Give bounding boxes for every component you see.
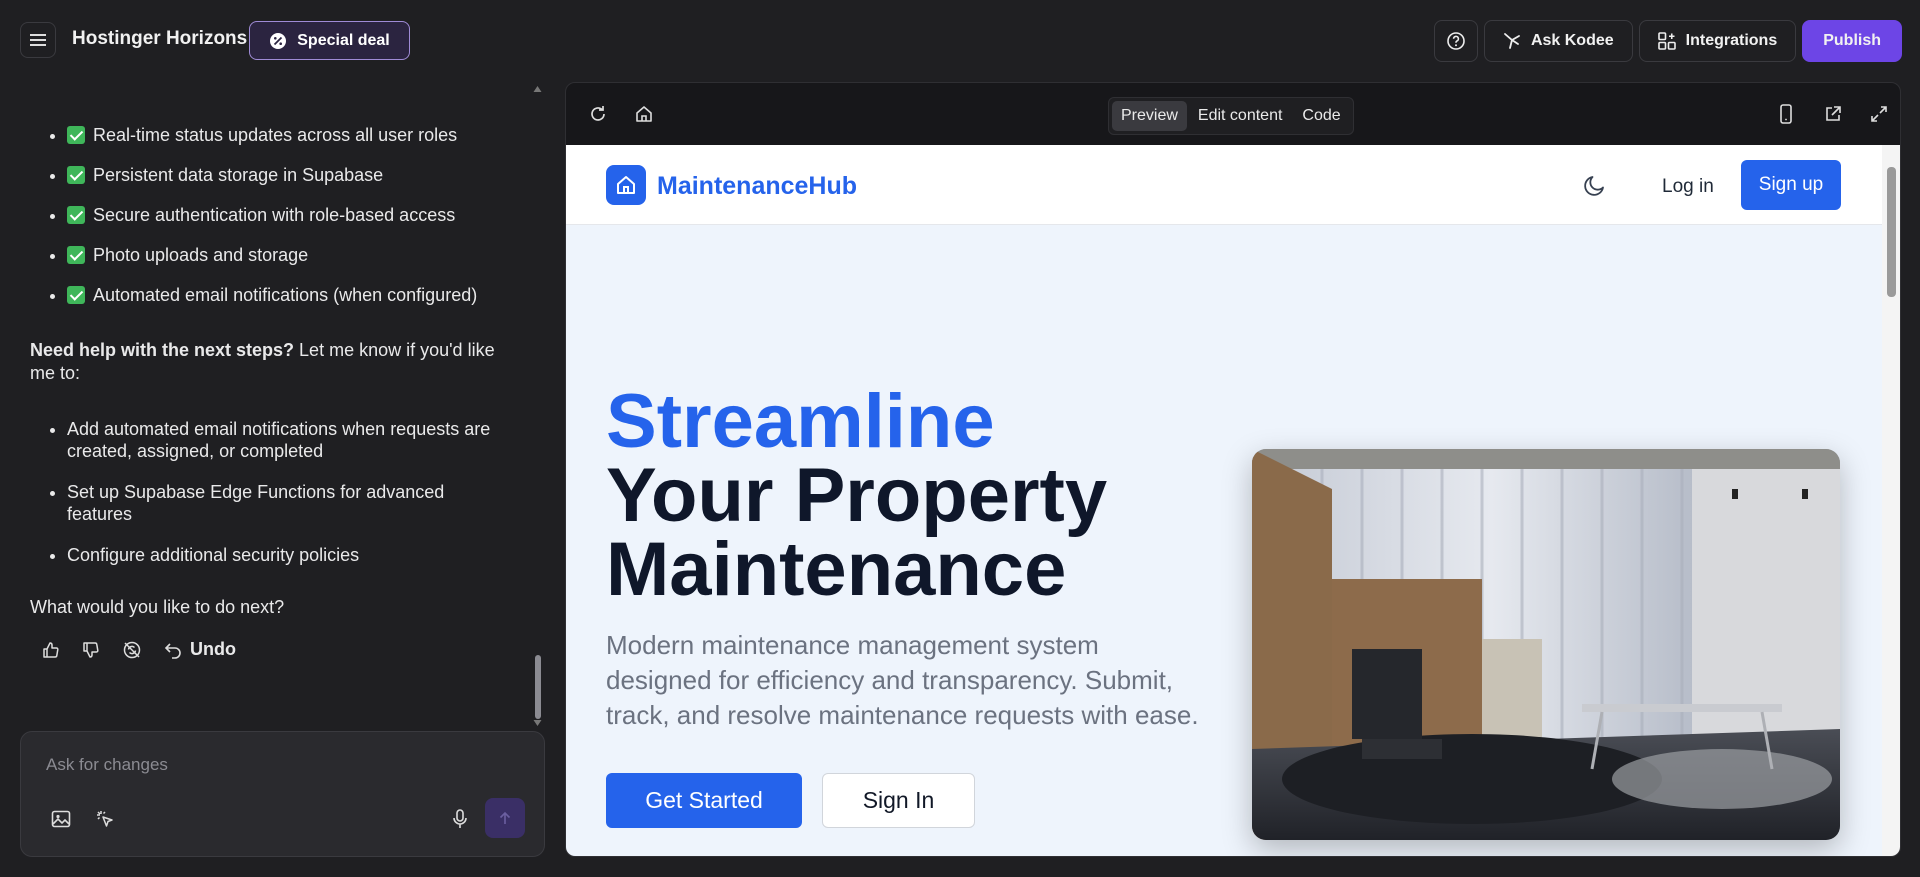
special-deal-label: Special deal: [297, 31, 390, 49]
ask-kodee-button[interactable]: Ask Kodee: [1483, 20, 1633, 62]
discount-badge-icon: [270, 32, 287, 49]
cursor-click-icon: [97, 811, 113, 827]
publish-button[interactable]: Publish: [1802, 20, 1902, 62]
open-new-tab-button[interactable]: [1821, 102, 1845, 126]
list-item: Set up Supabase Edge Functions for advan…: [67, 481, 510, 525]
chat-scrollbar[interactable]: [533, 86, 542, 726]
undo-label: Undo: [190, 639, 236, 659]
preview-scrollbar[interactable]: [1882, 145, 1900, 856]
site-brand-name[interactable]: MaintenanceHub: [657, 172, 857, 201]
send-button[interactable]: [485, 798, 525, 838]
next-steps-list: Add automated email notifications when r…: [30, 418, 510, 566]
hero-subtitle: Modern maintenance management system des…: [606, 630, 1199, 730]
list-item: Photo uploads and storage: [67, 245, 510, 266]
select-element-button[interactable]: [93, 807, 117, 831]
arrow-up-icon: [499, 811, 511, 824]
moon-icon: [1584, 176, 1604, 196]
ask-input[interactable]: [46, 750, 516, 780]
mobile-view-button[interactable]: [1774, 102, 1798, 126]
preview-panel: Preview Edit content Code MaintenanceHub…: [565, 82, 1901, 857]
help-paragraph: Need help with the next steps? Let me kn…: [30, 340, 495, 383]
hero-title-line: Your Property: [606, 453, 1108, 538]
fullscreen-button[interactable]: [1867, 102, 1891, 126]
help-bold: Need help with the next steps?: [30, 340, 295, 360]
home-icon: [636, 106, 652, 122]
help-button[interactable]: [1433, 20, 1478, 62]
external-link-icon: [1826, 106, 1841, 121]
menu-button[interactable]: [20, 22, 56, 58]
check-icon: [67, 166, 85, 184]
reload-button[interactable]: [586, 102, 610, 126]
home-button[interactable]: [632, 102, 656, 126]
site-logo[interactable]: [606, 165, 646, 205]
chat-panel: Real-time status updates across all user…: [0, 80, 536, 720]
integrations-icon: [1657, 32, 1676, 50]
hamburger-icon: [30, 34, 46, 46]
view-mode-tabs: Preview Edit content Code: [1108, 97, 1354, 135]
check-icon: [67, 286, 85, 304]
app-title: Hostinger Horizons: [72, 28, 248, 49]
list-item: Automated email notifications (when conf…: [67, 285, 510, 306]
tab-preview[interactable]: Preview: [1112, 101, 1187, 131]
list-item: Configure additional security policies: [67, 544, 510, 566]
refresh-icon: [591, 106, 605, 121]
list-item: Real-time status updates across all user…: [67, 125, 510, 146]
help-icon: [1447, 32, 1465, 50]
message-actions: Undo: [30, 639, 510, 660]
thumbs-down-icon[interactable]: [82, 641, 100, 659]
chat-scroll-thumb[interactable]: [535, 655, 541, 719]
expand-icon: [1871, 106, 1887, 122]
chat-messages[interactable]: Real-time status updates across all user…: [0, 80, 530, 720]
integrations-label: Integrations: [1685, 32, 1778, 49]
question-text: What would you like to do next?: [30, 597, 285, 617]
smartphone-icon: [1780, 104, 1792, 124]
check-icon: [67, 246, 85, 264]
hero-office-image: [1252, 449, 1840, 840]
site-header: MaintenanceHub Log in Sign up: [566, 145, 1882, 225]
home-icon: [617, 176, 635, 194]
login-link[interactable]: Log in: [1662, 176, 1714, 198]
list-item: Persistent data storage in Supabase: [67, 165, 510, 186]
tab-edit-content[interactable]: Edit content: [1189, 101, 1292, 131]
sign-in-button[interactable]: Sign In: [822, 773, 975, 828]
hero-title-accent: Streamline: [606, 379, 995, 464]
ask-kodee-label: Ask Kodee: [1530, 32, 1614, 49]
hero-title: Streamline Your Property Maintenance: [606, 379, 1108, 612]
preview-scroll-thumb[interactable]: [1887, 167, 1896, 297]
tab-code[interactable]: Code: [1293, 101, 1349, 131]
get-started-button[interactable]: Get Started: [606, 773, 802, 828]
site-preview[interactable]: MaintenanceHub Log in Sign up Streamline…: [566, 145, 1882, 856]
sparkle-icon: [1504, 33, 1520, 49]
undo-button[interactable]: Undo: [164, 639, 236, 660]
integrations-button[interactable]: Integrations: [1638, 20, 1797, 62]
top-actions: Ask Kodee Integrations Publish: [1433, 20, 1902, 62]
image-icon: [51, 810, 71, 828]
voice-input-button[interactable]: [448, 807, 472, 831]
special-deal-button[interactable]: Special deal: [249, 21, 410, 60]
check-icon: [67, 126, 85, 144]
image-upload-button[interactable]: [49, 807, 73, 831]
no-sync-icon[interactable]: [122, 640, 142, 660]
top-bar: Hostinger Horizons Special deal Ask Kode…: [0, 0, 1920, 80]
preview-toolbar: Preview Edit content Code: [566, 83, 1900, 145]
theme-toggle[interactable]: [1581, 171, 1609, 199]
feature-list: Real-time status updates across all user…: [30, 125, 510, 306]
signup-button[interactable]: Sign up: [1741, 160, 1841, 210]
undo-icon: [164, 642, 181, 659]
microphone-icon: [453, 809, 467, 828]
hero-title-line: Maintenance: [606, 527, 1067, 612]
list-item: Add automated email notifications when r…: [67, 418, 510, 462]
thumbs-up-icon[interactable]: [42, 641, 60, 659]
list-item: Secure authentication with role-based ac…: [67, 205, 510, 226]
prompt-box: [20, 731, 545, 857]
check-icon: [67, 206, 85, 224]
